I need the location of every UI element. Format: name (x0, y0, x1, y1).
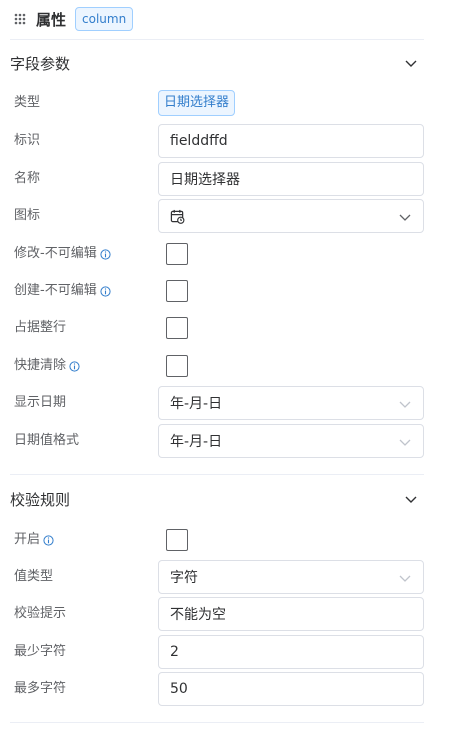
icon-select[interactable] (158, 199, 424, 233)
enable-label: 开启 (14, 523, 54, 557)
section-validation-title: 校验规则 (10, 490, 71, 509)
display-date-select[interactable]: 年-月-日 (158, 386, 424, 420)
hint-input[interactable]: 不能为空 (158, 597, 424, 631)
section-field-title: 字段参数 (10, 54, 71, 73)
edit-readonly-checkbox[interactable] (166, 243, 188, 265)
section-validation-header[interactable]: 校验规则 (10, 487, 424, 511)
max-chars-label: 最多字符 (14, 681, 67, 696)
info-icon[interactable] (100, 248, 111, 260)
section-field-header[interactable]: 字段参数 (10, 51, 424, 75)
full-row-label: 占据整行 (14, 320, 67, 335)
name-label: 名称 (14, 171, 41, 186)
panel-header: 属性 column (0, 0, 450, 38)
max-chars-input[interactable]: 50 (158, 672, 424, 706)
calendar-clock-icon (170, 209, 185, 224)
create-readonly-label: 创建-不可编辑 (14, 274, 111, 308)
min-chars-input[interactable]: 2 (158, 635, 424, 669)
min-chars-label: 最少字符 (14, 644, 67, 659)
row-edit-readonly: 修改-不可编辑 (0, 237, 450, 271)
chevron-down-icon (399, 401, 411, 408)
chevron-down-icon (399, 575, 411, 582)
chevron-down-icon[interactable] (404, 56, 418, 70)
date-format-select[interactable]: 年-月-日 (158, 424, 424, 458)
drag-grid-icon[interactable] (14, 13, 26, 25)
row-full-row: 占据整行 (0, 311, 450, 345)
column-tag: column (75, 7, 134, 31)
row-enable: 开启 (0, 523, 450, 557)
value-type-value: 字符 (170, 570, 198, 586)
edit-readonly-label: 修改-不可编辑 (14, 237, 111, 271)
row-display-date: 显示日期 年-月-日 (0, 386, 450, 420)
type-value-tag: 日期选择器 (158, 90, 236, 116)
row-create-readonly: 创建-不可编辑 (0, 274, 450, 308)
header-divider (10, 39, 424, 40)
row-quick-clear: 快捷清除 (0, 349, 450, 383)
display-date-value: 年-月-日 (170, 396, 223, 412)
type-label: 类型 (14, 95, 41, 110)
quick-clear-label: 快捷清除 (14, 349, 80, 383)
row-identifier: 标识 fielddffd (0, 124, 450, 158)
section-divider (10, 474, 424, 475)
chevron-down-icon (399, 439, 411, 446)
create-readonly-checkbox[interactable] (166, 280, 188, 302)
name-input[interactable]: 日期选择器 (158, 162, 424, 196)
value-type-label: 值类型 (14, 569, 54, 584)
value-type-select[interactable]: 字符 (158, 560, 424, 594)
create-readonly-label-text: 创建-不可编辑 (14, 283, 97, 298)
date-format-value: 年-月-日 (170, 434, 223, 450)
date-format-label: 日期值格式 (14, 433, 80, 448)
row-max-chars: 最多字符 50 (0, 672, 450, 706)
quick-clear-checkbox[interactable] (166, 355, 188, 377)
full-row-checkbox[interactable] (166, 317, 188, 339)
enable-checkbox[interactable] (166, 529, 188, 551)
panel-title: 属性 (36, 10, 67, 29)
info-icon[interactable] (43, 534, 54, 546)
enable-label-text: 开启 (14, 532, 41, 547)
quick-clear-label-text: 快捷清除 (14, 358, 67, 373)
info-icon[interactable] (69, 360, 80, 372)
row-name: 名称 日期选择器 (0, 162, 450, 196)
bottom-divider (10, 722, 424, 723)
row-icon: 图标 (0, 199, 450, 233)
row-min-chars: 最少字符 2 (0, 635, 450, 669)
row-hint: 校验提示 不能为空 (0, 597, 450, 631)
chevron-down-icon[interactable] (404, 492, 418, 506)
row-value-type: 值类型 字符 (0, 560, 450, 594)
info-icon[interactable] (100, 285, 111, 297)
identifier-label: 标识 (14, 133, 41, 148)
row-type: 类型 日期选择器 (0, 86, 450, 120)
row-date-format: 日期值格式 年-月-日 (0, 424, 450, 458)
chevron-down-icon (399, 214, 411, 221)
edit-readonly-label-text: 修改-不可编辑 (14, 246, 97, 261)
icon-label: 图标 (14, 208, 41, 223)
hint-label: 校验提示 (14, 606, 67, 621)
display-date-label: 显示日期 (14, 395, 67, 410)
identifier-input[interactable]: fielddffd (158, 124, 424, 158)
